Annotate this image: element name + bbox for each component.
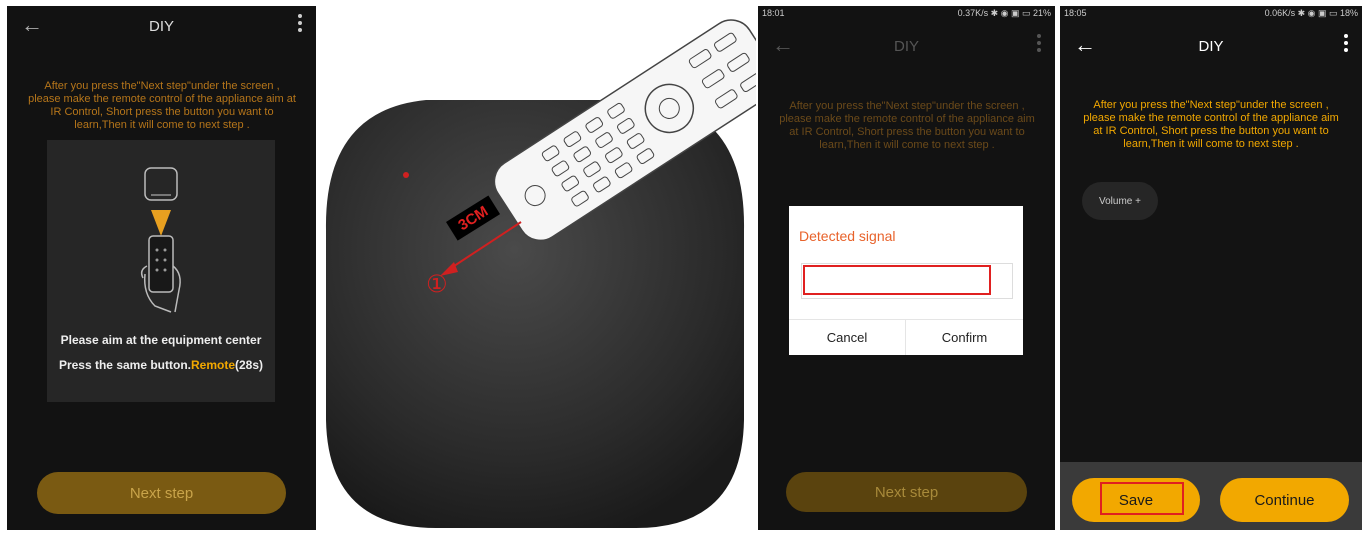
- cancel-button[interactable]: Cancel: [789, 320, 905, 355]
- instruction-text: After you press the"Next step"under the …: [28, 80, 296, 131]
- status-icons: 0.06K/s ✱ ◉ ▣ ▭ 18%: [1264, 8, 1358, 18]
- ir-hub-icon: [140, 167, 181, 313]
- product-illustration: 3CM ①: [316, 0, 756, 533]
- screen-detected-signal: 18:01 0.37K/s ✱ ◉ ▣ ▭ 21% ← DIY After yo…: [758, 6, 1055, 530]
- page-title: DIY: [893, 37, 919, 55]
- remote-label: Remote: [191, 358, 236, 372]
- press-prefix: Press the same button.: [58, 358, 191, 372]
- back-arrow-icon[interactable]: ←: [772, 32, 794, 58]
- status-time: 18:01: [762, 8, 785, 18]
- continue-button[interactable]: Continue: [1220, 478, 1349, 522]
- next-step-button[interactable]: Next step: [37, 472, 286, 514]
- page-title: DIY: [1198, 37, 1224, 55]
- more-vert-icon[interactable]: [1344, 34, 1348, 55]
- instruction-text: After you press the"Next step"under the …: [1083, 99, 1339, 150]
- dialog-title: Detected signal: [799, 228, 896, 244]
- detected-signal-dialog: Detected signal Cancel Confirm: [789, 206, 1023, 355]
- more-vert-icon[interactable]: [298, 14, 302, 35]
- status-bar: 18:01 0.37K/s ✱ ◉ ▣ ▭ 21%: [758, 6, 1055, 20]
- top-bar: ← DIY: [1060, 26, 1362, 66]
- save-highlight-box: [1100, 482, 1184, 515]
- back-arrow-icon[interactable]: ←: [21, 12, 43, 38]
- page-title: DIY: [148, 17, 174, 35]
- screen-learned-button: 18:05 0.06K/s ✱ ◉ ▣ ▭ 18% ← DIY After yo…: [1060, 6, 1362, 530]
- status-time: 18:05: [1064, 8, 1087, 18]
- top-bar: ← DIY: [758, 26, 1055, 66]
- top-bar: ← DIY: [7, 6, 316, 46]
- next-step-button[interactable]: Next step: [786, 472, 1027, 512]
- screen-diy-learning: ← DIY After you press the"Next step"unde…: [7, 6, 316, 530]
- step-marker: ①: [426, 270, 448, 298]
- aim-text: Please aim at the equipment center: [60, 333, 262, 347]
- countdown: (28s): [235, 358, 264, 372]
- press-text: Press the same button.Remote(28s): [47, 358, 275, 372]
- status-icons: 0.37K/s ✱ ◉ ▣ ▭ 21%: [957, 8, 1051, 18]
- status-bar: 18:05 0.06K/s ✱ ◉ ▣ ▭ 18%: [1060, 6, 1362, 20]
- instruction-text: After you press the"Next step"under the …: [779, 100, 1035, 151]
- aim-guide-card: Please aim at the equipment center Press…: [47, 140, 275, 402]
- confirm-button[interactable]: Confirm: [906, 320, 1023, 355]
- more-vert-icon[interactable]: [1037, 34, 1041, 55]
- ir-hub-photo: 3CM ①: [325, 19, 756, 528]
- back-arrow-icon[interactable]: ←: [1074, 32, 1096, 58]
- signal-input[interactable]: [803, 265, 991, 295]
- learned-key-chip[interactable]: Volume +: [1082, 182, 1158, 220]
